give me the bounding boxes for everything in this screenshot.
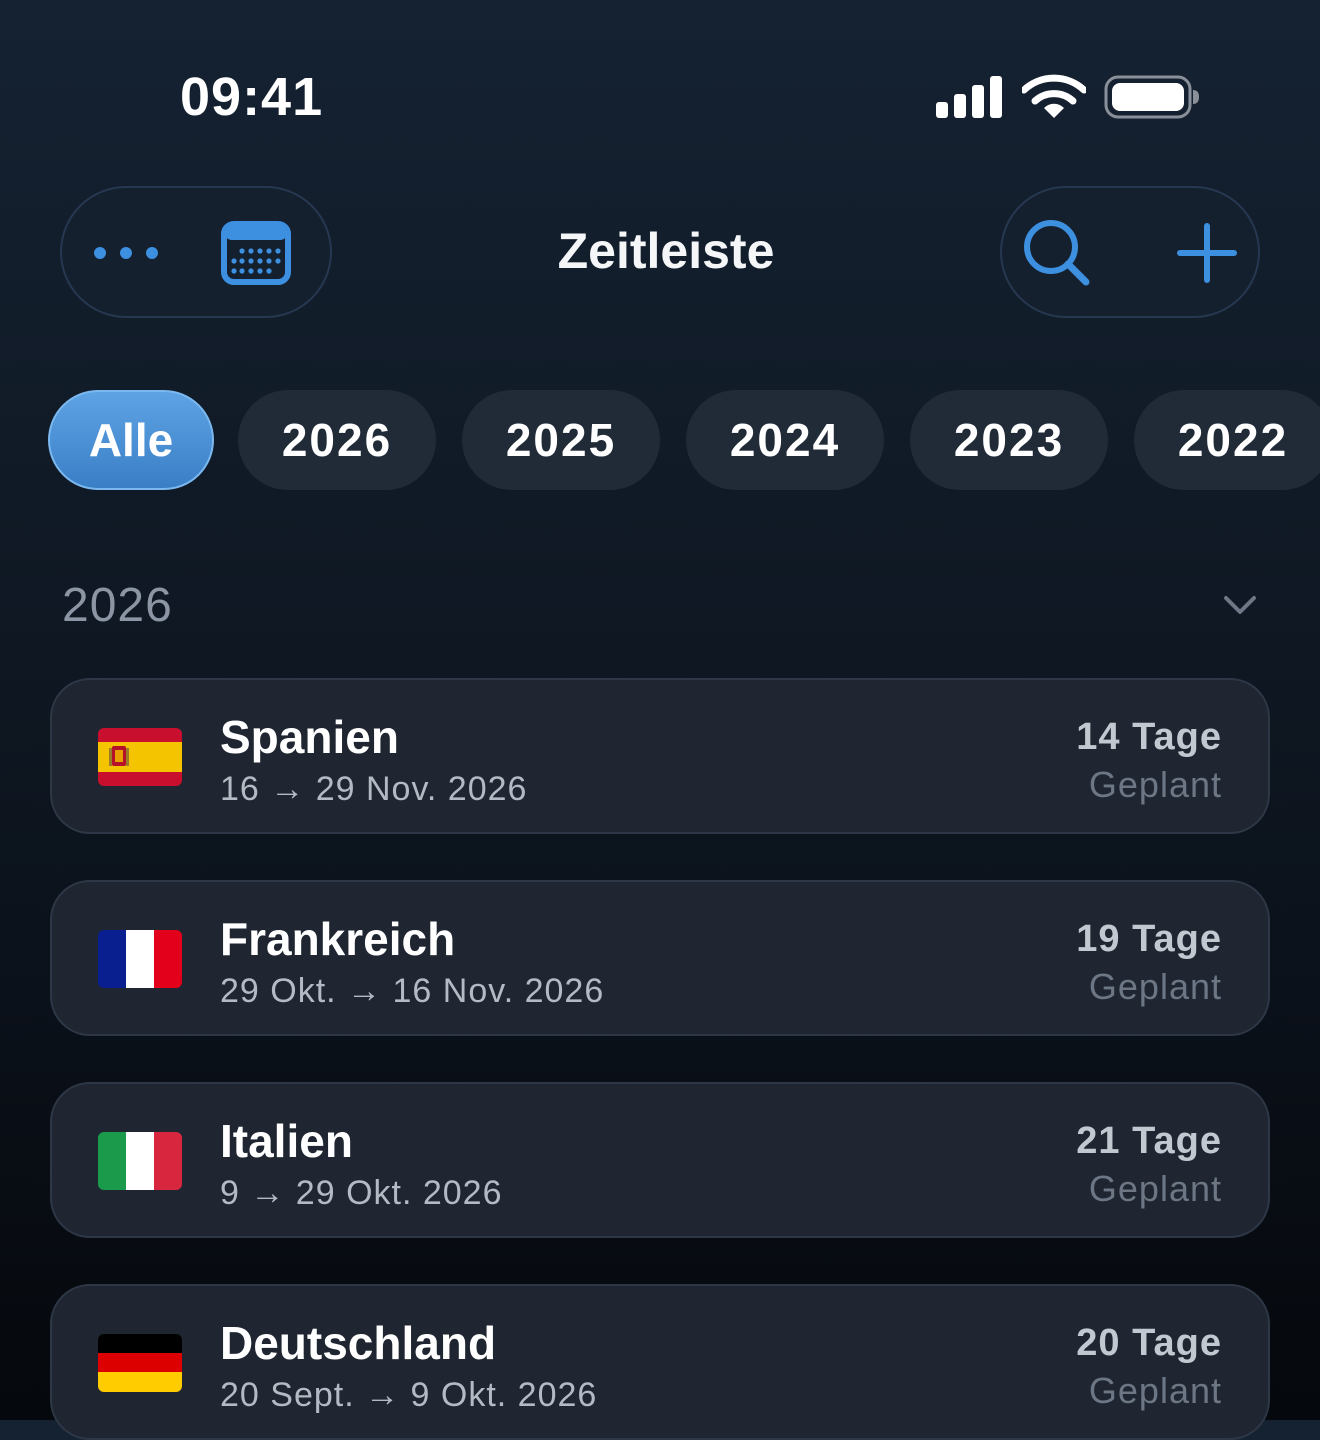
wifi-icon [1022,74,1086,118]
italy-flag-icon [98,1132,182,1190]
trip-status: Geplant [1088,966,1222,1007]
trip-status: Geplant [1088,1168,1222,1209]
germany-flag-icon [98,1334,182,1392]
trip-card-spain[interactable]: Spanien 16 → 29 Nov. 2026 14 Tage Geplan… [50,678,1270,834]
trip-status: Geplant [1088,1370,1222,1411]
trip-country: Spanien [220,711,399,763]
plus-icon[interactable] [1176,222,1238,284]
status-time: 09:41 [180,67,324,127]
section-year-header: 2026 [62,579,173,632]
trip-card-italy[interactable]: Italien 9 → 29 Okt. 2026 21 Tage Geplant [50,1082,1270,1238]
trip-country: Italien [220,1115,353,1167]
trip-duration: 14 Tage [1076,716,1222,758]
trip-dates: 29 Okt. → 16 Nov. 2026 [220,972,605,1010]
filter-chip-2024[interactable]: 2024 [686,390,884,490]
cellular-signal-icon [936,76,1002,118]
year-filter-bar: Alle 2026 2025 2024 2023 2022 [0,390,1320,494]
page-title: Zeitleiste [557,223,775,279]
trip-country: Frankreich [220,913,456,965]
trip-duration: 19 Tage [1076,918,1222,960]
ellipsis-icon[interactable] [88,228,164,278]
filter-chip-2023[interactable]: 2023 [910,390,1108,490]
trip-card-france[interactable]: Frankreich 29 Okt. → 16 Nov. 2026 19 Tag… [50,880,1270,1036]
filter-chip-2022[interactable]: 2022 [1134,390,1320,490]
filter-chip-all[interactable]: Alle [48,390,214,490]
trip-status: Geplant [1088,764,1222,805]
trip-dates: 16 → 29 Nov. 2026 [220,770,528,808]
trip-duration: 20 Tage [1076,1322,1222,1364]
trip-country: Deutschland [220,1317,497,1369]
filter-chip-2025[interactable]: 2025 [462,390,660,490]
calendar-icon[interactable] [220,220,292,286]
spain-flag-icon [98,728,182,786]
battery-icon [1104,75,1199,119]
trip-card-germany[interactable]: Deutschland 20 Sept. → 9 Okt. 2026 20 Ta… [50,1284,1270,1440]
status-bar: 09:41 [0,0,1320,150]
filter-chip-2026[interactable]: 2026 [238,390,436,490]
france-flag-icon [98,930,182,988]
trip-dates: 9 → 29 Okt. 2026 [220,1174,503,1212]
left-toolbar-group [60,186,332,318]
right-toolbar-group [1000,186,1260,318]
magnifier-icon[interactable] [1022,218,1092,288]
trip-duration: 21 Tage [1076,1120,1222,1162]
trip-dates: 20 Sept. → 9 Okt. 2026 [220,1376,598,1414]
chevron-down-icon[interactable] [1220,588,1260,622]
